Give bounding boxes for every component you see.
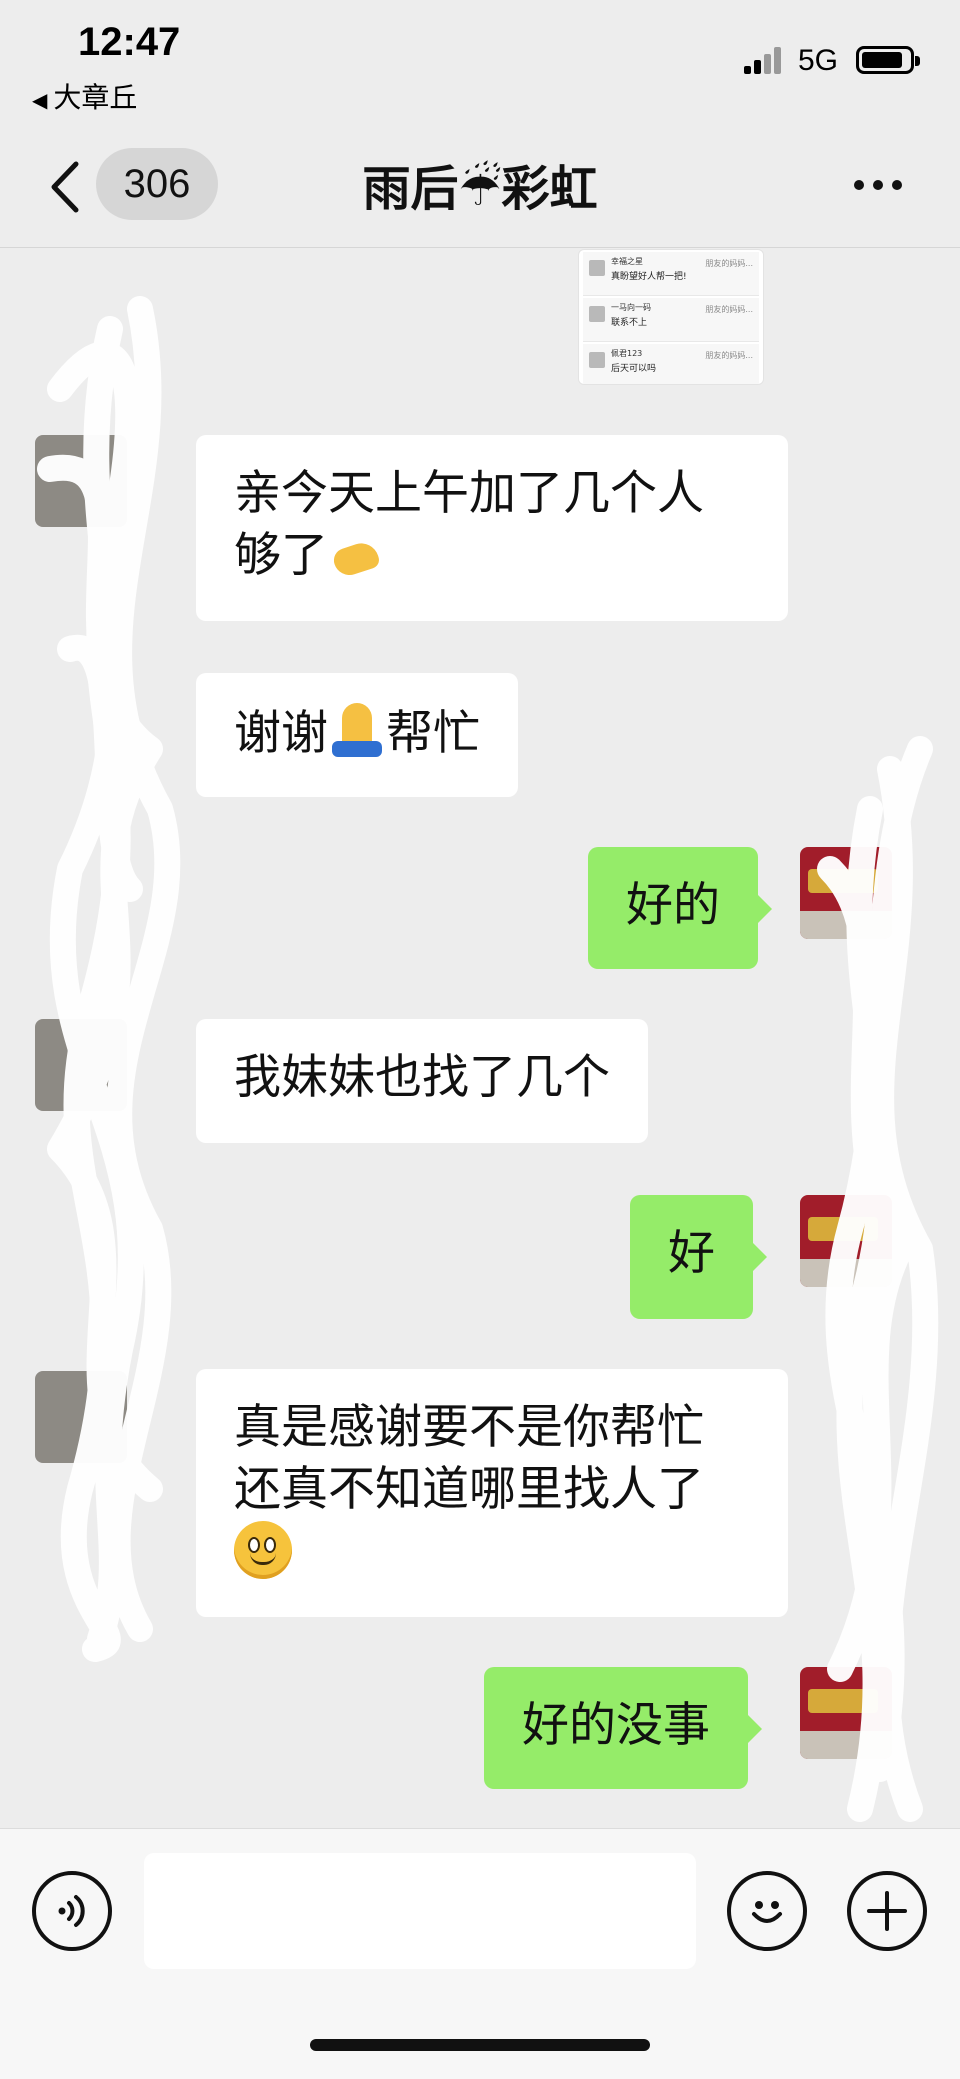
contact-avatar[interactable] xyxy=(35,1371,127,1463)
message-text: 够了 xyxy=(234,528,328,583)
message-list[interactable]: 幸福之星 真盼望好人帮一把! 朋友的妈妈... 一马向一码 联系不上 朋友的妈妈… xyxy=(0,249,960,1829)
my-avatar[interactable] xyxy=(800,1667,892,1759)
thumbnail-row: 佩君123 后天可以吗 朋友的妈妈... xyxy=(583,344,759,384)
incoming-message-bubble[interactable]: 真是感谢要不是你帮忙 还真不知道哪里找人了 xyxy=(196,1369,788,1617)
more-functions-button[interactable] xyxy=(847,1871,927,1951)
message-input[interactable] xyxy=(144,1853,696,1969)
message-text: 好 xyxy=(668,1226,715,1281)
my-avatar[interactable] xyxy=(800,847,892,939)
smile-emoji-icon xyxy=(234,1521,292,1579)
chat-header: 306 雨后☔彩虹 xyxy=(0,130,960,248)
thumbnail-name: 一马向一码 xyxy=(611,303,651,312)
image-message-thumbnail[interactable]: 幸福之星 真盼望好人帮一把! 朋友的妈妈... 一马向一码 联系不上 朋友的妈妈… xyxy=(578,249,764,385)
back-triangle-icon: ◀ xyxy=(32,88,48,112)
outgoing-message-bubble[interactable]: 好的 xyxy=(588,847,772,969)
plus-icon xyxy=(867,1891,907,1931)
chevron-left-icon xyxy=(51,161,79,213)
return-to-app-link[interactable]: ◀ 大章丘 xyxy=(32,76,137,116)
message-text: 好的没事 xyxy=(522,1698,710,1753)
thumbnail-side: 朋友的妈妈... xyxy=(705,305,753,314)
my-avatar[interactable] xyxy=(800,1195,892,1287)
thumbnail-text: 联系不上 xyxy=(611,318,648,328)
contact-avatar[interactable] xyxy=(35,1019,127,1111)
dot-icon xyxy=(873,180,883,190)
home-indicator[interactable] xyxy=(310,2039,650,2051)
outgoing-message-bubble[interactable]: 好 xyxy=(630,1195,767,1319)
emoji-button[interactable] xyxy=(727,1871,807,1951)
message-text: 谢谢 xyxy=(234,706,328,761)
more-options-button[interactable] xyxy=(846,160,910,210)
avatar xyxy=(589,306,605,322)
outgoing-message-bubble[interactable]: 好的没事 xyxy=(484,1667,762,1789)
battery-icon xyxy=(856,46,920,74)
avatar xyxy=(589,352,605,368)
voice-input-button[interactable] xyxy=(32,1871,112,1951)
status-time: 12:47 xyxy=(78,20,181,64)
status-bar: 12:47 ◀ 大章丘 5G xyxy=(0,0,960,130)
message-text: 亲今天上午加了几个人 xyxy=(234,466,704,521)
incoming-message-bubble[interactable]: 亲今天上午加了几个人 够了 xyxy=(196,435,788,621)
incoming-message-bubble[interactable]: 我妹妹也找了几个 xyxy=(196,1019,648,1143)
back-button[interactable] xyxy=(40,152,90,222)
thumbnail-row: 幸福之星 真盼望好人帮一把! 朋友的妈妈... xyxy=(583,252,759,296)
dot-icon xyxy=(892,180,902,190)
contact-avatar[interactable] xyxy=(35,435,127,527)
thumbnail-row: 一马向一码 联系不上 朋友的妈妈... xyxy=(583,298,759,342)
input-toolbar xyxy=(0,1828,960,2079)
ok-hand-emoji-icon xyxy=(328,533,384,577)
thumbnail-name: 幸福之星 xyxy=(611,257,643,266)
incoming-message-bubble[interactable]: 谢谢 帮忙 xyxy=(196,673,518,797)
message-text: 真是感谢要不是你帮忙 xyxy=(234,1400,704,1455)
folded-hands-emoji-icon xyxy=(328,701,386,759)
return-app-name: 大章丘 xyxy=(53,81,138,114)
thumbnail-text: 真盼望好人帮一把! xyxy=(611,272,687,282)
message-text: 好的 xyxy=(626,878,720,933)
thumbnail-side: 朋友的妈妈... xyxy=(705,259,753,268)
signal-strength-icon xyxy=(744,46,786,74)
message-text: 还真不知道哪里找人了 xyxy=(234,1462,704,1517)
voice-icon xyxy=(58,1895,85,1927)
chat-title: 雨后☔彩虹 xyxy=(362,161,598,217)
thumbnail-side: 朋友的妈妈... xyxy=(705,351,753,360)
thumbnail-name: 佩君123 xyxy=(611,349,643,358)
message-text: 帮忙 xyxy=(386,706,480,761)
avatar xyxy=(589,260,605,276)
thumbnail-text: 后天可以吗 xyxy=(611,364,657,374)
dot-icon xyxy=(854,180,864,190)
smiley-face-icon xyxy=(752,1901,782,1923)
message-text: 我妹妹也找了几个 xyxy=(234,1050,610,1105)
network-type: 5G xyxy=(798,44,839,77)
